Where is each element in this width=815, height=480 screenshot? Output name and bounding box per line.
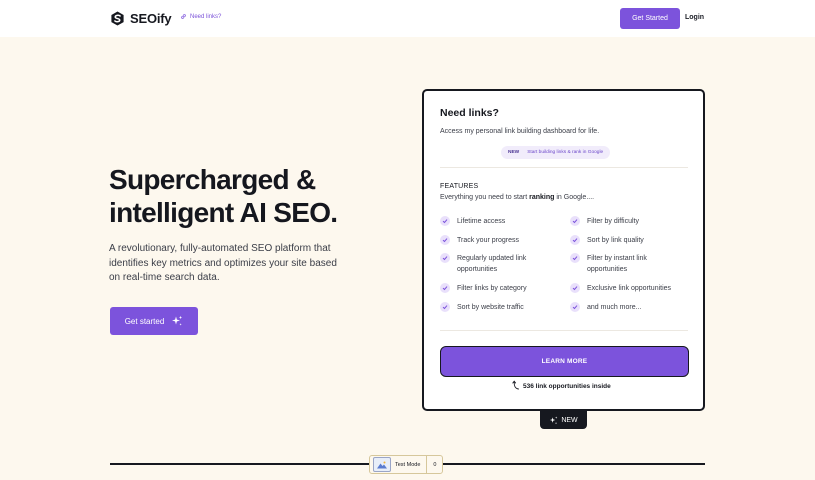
features-subheading: Everything you need to start ranking in … xyxy=(440,194,595,201)
get-started-button[interactable]: Get Started xyxy=(620,8,680,29)
mountain-icon xyxy=(373,457,391,472)
sparkle-icon xyxy=(550,415,558,424)
check-icon xyxy=(570,253,580,263)
brand-logo[interactable]: SEOify xyxy=(110,9,172,27)
new-tab-button[interactable]: NEW xyxy=(540,411,587,429)
feature-label: Exclusive link opportunities xyxy=(587,285,672,292)
login-link[interactable]: Login xyxy=(685,14,704,21)
hero-description: A revolutionary, fully-automated SEO pla… xyxy=(109,243,337,283)
badge-text: Start building links & rank in Google xyxy=(527,150,604,155)
feature-item: Sort by website traffic xyxy=(440,302,552,313)
feature-item: Track your progress xyxy=(440,235,552,246)
new-tab-label: NEW xyxy=(561,416,578,424)
hero-get-started-button[interactable]: Get started xyxy=(110,307,198,335)
feature-item: Lifetime access xyxy=(440,216,552,227)
need-links-label: Need links? xyxy=(190,13,222,20)
link-icon xyxy=(181,14,186,19)
need-links-card: Need links? Access my personal link buil… xyxy=(422,89,705,411)
feature-label: Sort by link quality xyxy=(587,237,644,244)
feature-item: Filter links by category xyxy=(440,283,552,294)
card-divider xyxy=(440,330,688,331)
badge-new-label: NEW xyxy=(508,150,520,155)
card-divider xyxy=(440,167,688,168)
hero-title-line-2: intelligent AI SEO. xyxy=(109,197,338,228)
check-icon xyxy=(570,235,580,245)
hero-cta-label: Get started xyxy=(124,316,165,326)
new-announcement-badge[interactable]: NEW Start building links & rank in Googl… xyxy=(501,146,611,159)
logo-mark-icon xyxy=(111,10,124,26)
hero-title-line-1: Supercharged & xyxy=(109,164,316,195)
feature-item: Filter by instant link opportunities xyxy=(570,253,682,275)
feature-label: Filter by instant link opportunities xyxy=(587,255,647,273)
opportunities-count: 536 link opportunities inside xyxy=(512,380,611,390)
feature-item: Sort by link quality xyxy=(570,235,682,246)
opportunities-text: 536 link opportunities inside xyxy=(523,383,611,390)
feature-label: Regularly updated link opportunities xyxy=(457,255,527,273)
curved-arrow-icon xyxy=(512,380,519,390)
feature-label: Filter links by category xyxy=(457,285,527,292)
feature-item: Regularly updated link opportunities xyxy=(440,253,552,275)
feature-label: Sort by website traffic xyxy=(457,304,524,311)
check-icon xyxy=(440,235,450,245)
feature-label: Lifetime access xyxy=(457,218,506,225)
features-heading: FEATURES xyxy=(440,183,479,190)
feature-item: Exclusive link opportunities xyxy=(570,283,682,294)
check-icon xyxy=(440,216,450,226)
check-icon xyxy=(570,216,580,226)
check-icon xyxy=(570,283,580,293)
top-navbar: SEOify Need links? Get Started Login xyxy=(0,0,815,37)
learn-more-button[interactable]: LEARN MORE xyxy=(440,346,689,377)
check-icon xyxy=(440,283,450,293)
check-icon xyxy=(570,302,580,312)
sparkle-icon xyxy=(172,315,183,326)
check-icon xyxy=(440,302,450,312)
feature-label: Track your progress xyxy=(457,237,519,244)
feature-item: Filter by difficulty xyxy=(570,216,682,227)
brand-name: SEOify xyxy=(130,10,172,26)
feature-label: Filter by difficulty xyxy=(587,218,639,225)
card-subtitle: Access my personal link building dashboa… xyxy=(440,128,600,135)
feature-item: and much more... xyxy=(570,302,682,313)
hero-title: Supercharged & intelligent AI SEO. xyxy=(109,163,409,229)
test-mode-label: Test Mode xyxy=(395,461,421,468)
feature-label: and much more... xyxy=(587,304,642,311)
card-title: Need links? xyxy=(440,107,499,119)
check-icon xyxy=(440,253,450,263)
test-mode-badge[interactable]: Test Mode 0 xyxy=(369,455,444,474)
test-mode-count: 0 xyxy=(426,456,442,473)
need-links-link[interactable]: Need links? xyxy=(180,13,221,20)
